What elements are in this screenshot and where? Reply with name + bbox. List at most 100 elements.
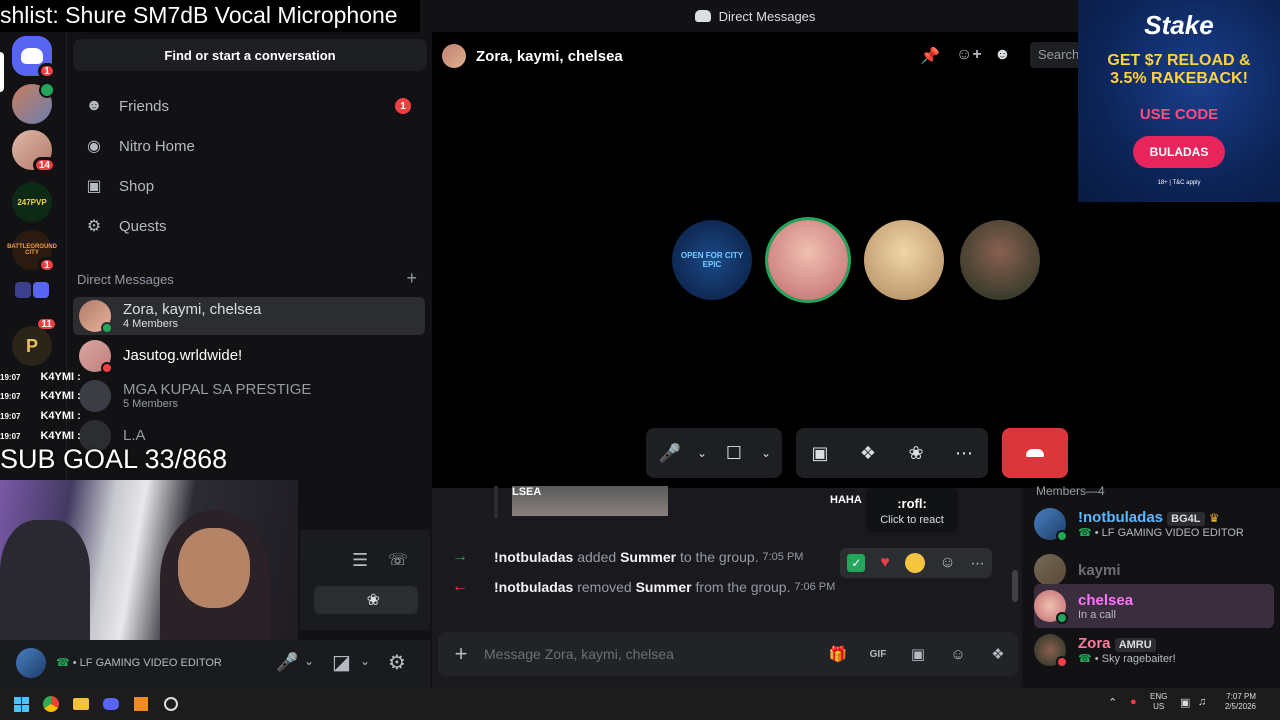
camera-off-icon[interactable]: ☐	[710, 428, 758, 478]
home-button[interactable]: 1	[12, 36, 56, 79]
tray-chevron-icon[interactable]: ⌃	[1108, 696, 1117, 709]
mic-icon[interactable]: 🎤	[276, 652, 298, 673]
participant-tile-kaymi[interactable]	[864, 220, 944, 300]
participant-tile-zora[interactable]	[960, 220, 1040, 300]
add-dm-icon[interactable]: +	[406, 269, 417, 287]
member-item[interactable]: !notbuladas BG4L ♛ ☎ • LF GAMING VIDEO E…	[1034, 502, 1274, 546]
chevron-down-icon[interactable]: ⌄	[304, 654, 314, 668]
nav-friends[interactable]: ☻ Friends 1	[75, 87, 425, 125]
ad-use-code: USE CODE	[1139, 106, 1219, 123]
participant-tile-notbuladas[interactable]: OPEN FOR CITY EPIC	[672, 220, 752, 300]
message-target[interactable]: Summer	[620, 549, 676, 565]
nitro-icon: ◉	[87, 138, 101, 155]
member-name: chelsea	[1078, 591, 1134, 609]
nav-label: Shop	[119, 177, 155, 195]
screenshare-icon[interactable]: ▣	[796, 428, 844, 478]
mic-icon[interactable]: 🎤	[646, 428, 694, 478]
system-message: → !notbuladas added Summer to the group.…	[452, 548, 803, 566]
dm-name: Zora, kaymi, chelsea	[123, 301, 262, 318]
settings-gear-icon[interactable]: ⚙	[388, 650, 406, 675]
person-silhouette	[0, 520, 90, 648]
dm-item-group[interactable]: Zora, kaymi, chelsea 4 Members	[73, 297, 425, 335]
sticker-icon[interactable]: ▣	[898, 645, 938, 663]
friends-icon: ☻	[85, 97, 103, 114]
checkmark-emoji-icon[interactable]: ✓	[847, 554, 866, 572]
more-options-icon[interactable]: ⋯	[971, 555, 985, 572]
chrome-icon[interactable]	[36, 689, 66, 719]
call-header: Zora, kaymi, chelsea 📌 ☺+ ☻ Search	[432, 32, 1090, 80]
windows-start-icon[interactable]	[6, 689, 36, 719]
disconnect-icon[interactable]: ☏	[388, 550, 408, 570]
dm-item-mga-kupal[interactable]: MGA KUPAL SA PRESTIGE 5 Members	[73, 377, 425, 415]
audio-video-controls: 🎤 ⌄ ☐ ⌄	[646, 428, 782, 478]
discord-taskbar-icon[interactable]	[96, 689, 126, 719]
dm-item-jasutog[interactable]: Jasutog.wrldwide!	[73, 337, 425, 375]
user-avatar[interactable]	[16, 648, 46, 678]
chat-scrollbar[interactable]	[1012, 570, 1018, 602]
ad-code-button[interactable]: BULADAS	[1133, 136, 1225, 168]
pin-icon[interactable]: 📌	[920, 46, 940, 66]
members-icon[interactable]: ☻	[994, 46, 1011, 64]
server-icon-247pvp[interactable]: 247PVP	[12, 182, 52, 222]
server-icon-voice[interactable]	[12, 82, 55, 124]
member-item[interactable]: Zora AMRU ☎ • Sky ragebaiter!	[1034, 628, 1274, 672]
member-list: Members—4 !notbuladas BG4L ♛ ☎ • LF GAMI…	[1022, 484, 1280, 688]
add-attachment-icon[interactable]: +	[438, 641, 484, 667]
image-attachment[interactable]: LSEA	[512, 486, 668, 516]
user-status-text: LF GAMING VIDEO EDITOR	[79, 657, 222, 669]
volume-icon[interactable]: ♫	[1198, 696, 1206, 708]
chevron-down-icon[interactable]: ⌄	[758, 428, 774, 478]
server-label: BATTLEGROUND CITY	[7, 244, 57, 256]
obs-icon[interactable]	[156, 689, 186, 719]
headphones-icon[interactable]: ◪	[332, 650, 351, 675]
participant-tile-chelsea[interactable]	[768, 220, 848, 300]
gift-icon[interactable]: 🎁	[818, 645, 858, 663]
message-verb: removed	[577, 579, 632, 595]
gif-button[interactable]: GIF	[858, 649, 898, 660]
dm-name: MGA KUPAL SA PRESTIGE	[123, 381, 312, 398]
message-actor[interactable]: !notbuladas	[494, 579, 573, 595]
chevron-down-icon[interactable]: ⌄	[360, 654, 370, 668]
file-explorer-icon[interactable]	[66, 689, 96, 719]
add-friend-icon[interactable]: ☺+	[956, 46, 982, 64]
more-options-icon[interactable]: ⋯	[940, 428, 988, 478]
soundboard-button[interactable]: ❀	[314, 586, 418, 614]
mic-tray-icon[interactable]: ●	[1130, 696, 1137, 708]
app-icon[interactable]	[126, 689, 156, 719]
language-indicator[interactable]: ENG US	[1150, 692, 1167, 712]
message-actor[interactable]: !notbuladas	[494, 549, 573, 565]
add-reaction-icon[interactable]: ☺	[939, 554, 955, 572]
members-header: Members—4	[1036, 484, 1105, 498]
emoji-icon[interactable]: ☺	[938, 646, 978, 663]
crown-icon: ♛	[1208, 511, 1220, 525]
server-icon-3[interactable]: 14	[12, 130, 56, 173]
chevron-down-icon[interactable]: ⌄	[694, 428, 710, 478]
windows-taskbar: ⌃ ● ENG US ▣ ♫ 7:07 PM 2/5/2026	[0, 688, 1280, 720]
server-icon-p[interactable]: P	[12, 326, 52, 366]
soundboard-icon[interactable]: ❀	[892, 428, 940, 478]
tooltip-sub: Click to react	[880, 514, 944, 526]
end-call-button[interactable]	[1002, 428, 1068, 478]
nav-shop[interactable]: ▣ Shop	[75, 167, 425, 205]
apps-icon[interactable]: ❖	[978, 645, 1018, 663]
soundwave-icon[interactable]: ☰	[352, 550, 368, 571]
member-item[interactable]: chelsea In a call	[1034, 584, 1274, 628]
find-conversation-button[interactable]: Find or start a conversation	[73, 39, 427, 71]
heart-emoji-icon[interactable]: ♥	[880, 554, 890, 572]
nav-quests[interactable]: ⚙ Quests	[75, 207, 425, 245]
message-target[interactable]: Summer	[636, 579, 692, 595]
system-message: ← !notbuladas removed Summer from the gr…	[452, 578, 835, 596]
voice-panel: ☰ ☏ ❀	[300, 530, 430, 630]
network-icon[interactable]: ▣	[1180, 696, 1190, 709]
nav-nitro-home[interactable]: ◉ Nitro Home	[75, 127, 425, 165]
member-tag: AMRU	[1114, 638, 1156, 652]
stake-advertisement[interactable]: Stake GET $7 RELOAD & 3.5% RAKEBACK! USE…	[1078, 0, 1280, 202]
hangup-icon	[1026, 449, 1044, 457]
server-icon-battleground[interactable]: BATTLEGROUND CITY 1	[7, 230, 57, 273]
clock[interactable]: 7:07 PM 2/5/2026	[1216, 692, 1256, 712]
activities-icon[interactable]: ❖	[844, 428, 892, 478]
voice-indicator-icon	[39, 82, 55, 98]
rofl-emoji-icon[interactable]	[904, 553, 925, 573]
message-input[interactable]: Message Zora, kaymi, chelsea	[484, 646, 818, 662]
chat-area: LSEA HAHA :rofl: Click to react → !notbu…	[432, 486, 1022, 688]
